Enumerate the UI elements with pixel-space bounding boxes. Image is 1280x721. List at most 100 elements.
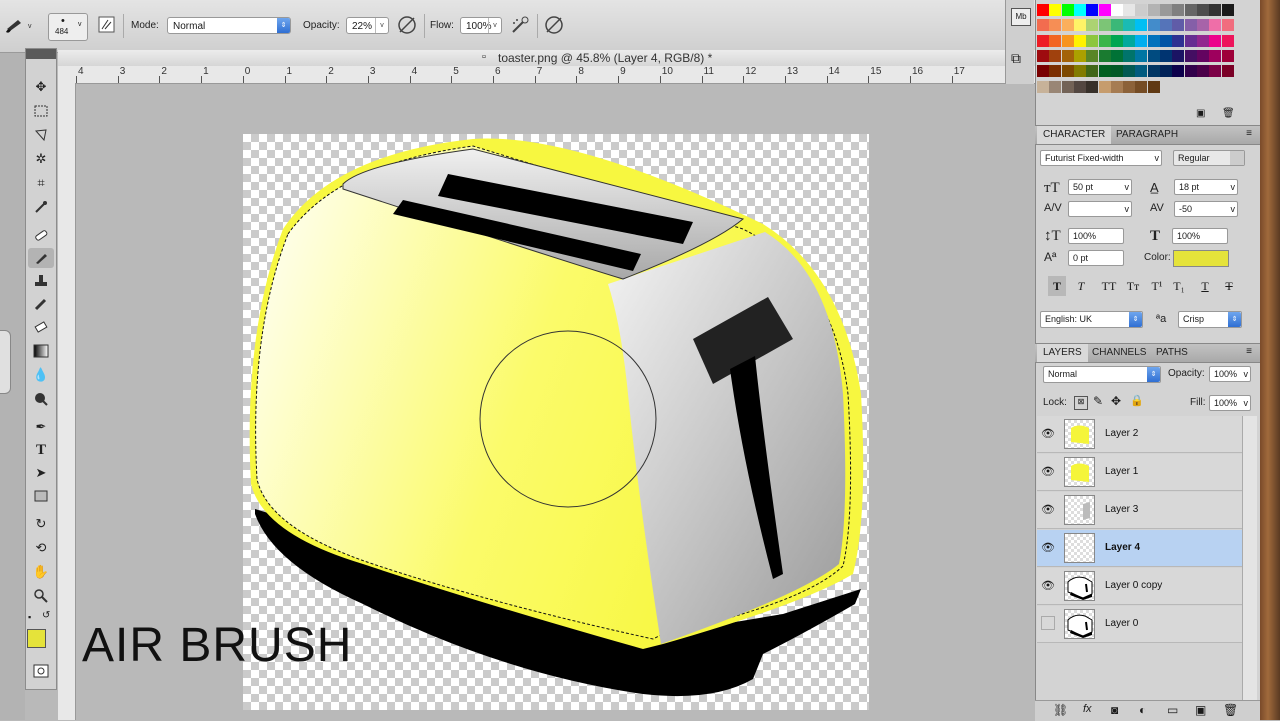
text-color-swatch[interactable] — [1173, 250, 1229, 267]
color-swatch[interactable] — [1061, 65, 1074, 78]
color-swatch[interactable] — [1037, 34, 1049, 47]
mini-bridge-icon[interactable]: Mb — [1011, 8, 1031, 26]
color-swatch[interactable] — [1098, 80, 1111, 93]
history-brush-tool-icon[interactable] — [28, 294, 54, 314]
tab-paragraph[interactable]: PARAGRAPH — [1110, 126, 1184, 144]
color-swatch[interactable] — [1073, 34, 1086, 47]
color-swatch[interactable] — [1037, 19, 1049, 32]
color-swatch[interactable] — [1086, 80, 1099, 93]
color-swatch[interactable] — [1196, 4, 1209, 16]
color-swatch[interactable] — [1172, 19, 1185, 32]
color-swatch[interactable] — [1098, 49, 1111, 62]
quick-selection-tool-icon[interactable]: ✲ — [28, 149, 54, 169]
tab-channels[interactable]: CHANNELS — [1086, 344, 1152, 362]
small-caps-button[interactable]: Tт — [1122, 276, 1144, 296]
color-swatch[interactable] — [1061, 80, 1074, 93]
baseline-shift-input[interactable]: 0 pt — [1068, 250, 1124, 266]
language-select[interactable]: English: UK ⇕ — [1040, 311, 1143, 328]
horizontal-scale-input[interactable]: 100% — [1172, 228, 1228, 244]
chevron-down-icon[interactable]: v — [488, 18, 501, 33]
color-swatch[interactable] — [1209, 49, 1222, 62]
tools-panel-header[interactable] — [26, 49, 56, 59]
color-swatch[interactable] — [1110, 65, 1123, 78]
zoom-tool-icon[interactable] — [28, 586, 54, 606]
color-swatch[interactable] — [1147, 4, 1160, 16]
color-swatch[interactable] — [1098, 34, 1111, 47]
add-mask-icon[interactable]: ◙ — [1111, 703, 1118, 717]
layer-row[interactable]: 👁 Layer 2 — [1037, 416, 1242, 453]
blur-tool-icon[interactable]: 💧 — [28, 365, 54, 385]
color-swatch[interactable] — [1135, 49, 1148, 62]
color-swatch[interactable] — [1049, 19, 1062, 32]
kerning-input[interactable]: v — [1068, 201, 1132, 217]
clone-stamp-tool-icon[interactable] — [28, 271, 54, 291]
color-swatch[interactable] — [1049, 80, 1062, 93]
color-swatch[interactable] — [1196, 34, 1209, 47]
lock-all-icon[interactable]: 🔒 — [1130, 394, 1144, 407]
new-group-icon[interactable]: ▭ — [1167, 703, 1178, 717]
swap-colors-icon[interactable]: ↺ — [42, 610, 50, 621]
pressure-opacity-icon[interactable] — [396, 14, 418, 36]
layer-row[interactable]: 👁 Layer 4 — [1037, 530, 1242, 567]
color-swatch[interactable] — [1147, 49, 1160, 62]
delete-layer-icon[interactable]: 🗑 — [1223, 703, 1238, 717]
fill-input[interactable]: 100% v — [1209, 395, 1251, 411]
color-swatch[interactable] — [1061, 19, 1074, 32]
color-swatch[interactable] — [1049, 65, 1062, 78]
color-swatch[interactable] — [1061, 49, 1074, 62]
all-caps-button[interactable]: TT — [1098, 276, 1120, 296]
visibility-toggle[interactable] — [1041, 616, 1055, 630]
adjustment-layer-icon[interactable]: ◐ — [1139, 703, 1146, 717]
color-swatch[interactable] — [1209, 19, 1222, 32]
opacity-input[interactable]: 22% v — [346, 17, 389, 34]
color-swatch[interactable] — [1135, 34, 1148, 47]
leading-input[interactable]: 18 pt v — [1174, 179, 1238, 195]
flow-input[interactable]: 100% v — [460, 17, 502, 34]
brush-tool-icon[interactable] — [28, 248, 54, 268]
new-layer-icon[interactable]: ▣ — [1195, 703, 1206, 717]
color-swatch[interactable] — [1196, 19, 1209, 32]
color-swatch[interactable] — [1135, 80, 1148, 93]
horizontal-ruler[interactable]: 4 3 2 1 0 1 2 3 4 5 6 7 8 9 10 11 12 13 14 15 16 17 — [58, 66, 1035, 84]
eye-icon[interactable]: 👁 — [1041, 465, 1055, 479]
color-swatch[interactable] — [1160, 19, 1172, 32]
color-swatch[interactable] — [1135, 19, 1148, 32]
color-swatch[interactable] — [1184, 19, 1197, 32]
eye-icon[interactable]: 👁 — [1041, 503, 1055, 517]
color-swatch[interactable] — [1196, 65, 1209, 78]
brush-panel-toggle-icon[interactable] — [96, 14, 118, 36]
color-swatch[interactable] — [1037, 80, 1049, 93]
panel-menu-icon[interactable]: ≡ — [1246, 346, 1252, 357]
color-swatch[interactable] — [1184, 4, 1197, 16]
dodge-tool-icon[interactable] — [28, 389, 54, 409]
color-swatch[interactable] — [1110, 49, 1123, 62]
document-tab[interactable]: ▫ toaster.png @ 45.8% (Layer 4, RGB/8) * — [58, 50, 1035, 67]
font-family-select[interactable]: Futurist Fixed-width v — [1040, 150, 1162, 166]
blend-mode-select[interactable]: Normal ⇕ — [1043, 366, 1161, 383]
3d-orbit-tool-icon[interactable]: ⟲ — [28, 538, 54, 558]
color-swatch[interactable] — [1221, 4, 1234, 16]
color-swatch[interactable] — [1172, 65, 1185, 78]
faux-italic-button[interactable]: T — [1072, 276, 1090, 296]
chevron-down-icon[interactable]: v — [375, 18, 388, 33]
color-swatch[interactable] — [1160, 34, 1172, 47]
color-swatch[interactable] — [1221, 65, 1234, 78]
antialias-select[interactable]: Crisp ⇕ — [1178, 311, 1242, 328]
color-swatch[interactable] — [1098, 19, 1111, 32]
color-swatch[interactable] — [1147, 65, 1160, 78]
color-swatch[interactable] — [1209, 34, 1222, 47]
color-swatch[interactable] — [1049, 4, 1062, 16]
eye-icon[interactable]: 👁 — [1041, 579, 1055, 593]
color-swatch[interactable] — [1110, 34, 1123, 47]
color-swatch[interactable] — [1073, 4, 1086, 16]
eye-icon[interactable]: 👁 — [1041, 541, 1055, 555]
color-swatch[interactable] — [1110, 80, 1123, 93]
3d-rotate-tool-icon[interactable]: ↻ — [28, 514, 54, 534]
color-swatch[interactable] — [1061, 4, 1074, 16]
tab-layers[interactable]: LAYERS — [1037, 344, 1088, 362]
gradient-tool-icon[interactable] — [28, 341, 54, 361]
color-swatch[interactable] — [1098, 4, 1111, 16]
color-swatch[interactable] — [1172, 34, 1185, 47]
vertical-ruler[interactable] — [58, 83, 76, 720]
tab-paths[interactable]: PATHS — [1150, 344, 1194, 362]
